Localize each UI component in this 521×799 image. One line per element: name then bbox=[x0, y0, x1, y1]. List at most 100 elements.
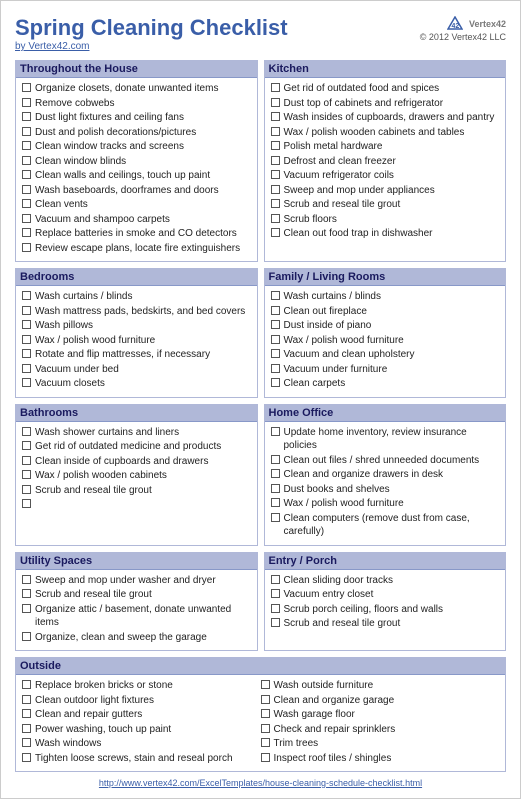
checkbox[interactable] bbox=[22, 141, 31, 150]
list-item: Clean out food trap in dishwasher bbox=[271, 227, 500, 241]
checkbox[interactable] bbox=[271, 618, 280, 627]
checkbox[interactable] bbox=[22, 320, 31, 329]
checkbox[interactable] bbox=[261, 709, 270, 718]
vertex42-icon: 42 bbox=[447, 16, 463, 32]
checkbox[interactable] bbox=[22, 724, 31, 733]
checkbox[interactable] bbox=[22, 199, 31, 208]
checkbox[interactable] bbox=[22, 83, 31, 92]
checkbox[interactable] bbox=[271, 513, 280, 522]
checkbox[interactable] bbox=[271, 498, 280, 507]
checkbox[interactable] bbox=[22, 306, 31, 315]
checkbox[interactable] bbox=[271, 185, 280, 194]
checkbox[interactable] bbox=[22, 709, 31, 718]
checkbox[interactable] bbox=[271, 320, 280, 329]
checkbox[interactable] bbox=[271, 141, 280, 150]
checkbox[interactable] bbox=[22, 243, 31, 252]
checkbox[interactable] bbox=[271, 604, 280, 613]
checkbox[interactable] bbox=[22, 738, 31, 747]
list-item: Clean out fireplace bbox=[271, 305, 500, 319]
list-item-label: Clean out food trap in dishwasher bbox=[284, 227, 433, 241]
list-item-label: Wax / polish wooden cabinets and tables bbox=[284, 126, 465, 140]
list-item: Clean vents bbox=[22, 198, 251, 212]
checkbox[interactable] bbox=[22, 680, 31, 689]
utility-items: Sweep and mop under washer and dryerScru… bbox=[22, 574, 251, 645]
checkbox[interactable] bbox=[22, 349, 31, 358]
footer-url[interactable]: http://www.vertex42.com/ExcelTemplates/h… bbox=[15, 778, 506, 788]
checkbox[interactable] bbox=[22, 98, 31, 107]
checkbox[interactable] bbox=[271, 349, 280, 358]
list-item: Scrub porch ceiling, floors and walls bbox=[271, 603, 500, 617]
checkbox[interactable] bbox=[22, 335, 31, 344]
checkbox[interactable] bbox=[22, 291, 31, 300]
checkbox[interactable] bbox=[22, 589, 31, 598]
list-item-label: Clean and organize drawers in desk bbox=[284, 468, 444, 482]
checkbox[interactable] bbox=[271, 127, 280, 136]
checkbox[interactable] bbox=[22, 228, 31, 237]
checkbox[interactable] bbox=[22, 214, 31, 223]
list-item: Vacuum refrigerator coils bbox=[271, 169, 500, 183]
checkbox[interactable] bbox=[22, 604, 31, 613]
list-item-label: Inspect roof tiles / shingles bbox=[274, 752, 392, 766]
checkbox[interactable] bbox=[22, 575, 31, 584]
checkbox[interactable] bbox=[22, 378, 31, 387]
checkbox[interactable] bbox=[271, 214, 280, 223]
list-item-label: Dust top of cabinets and refrigerator bbox=[284, 97, 444, 111]
list-item-label: Scrub and reseal tile grout bbox=[284, 617, 401, 631]
list-item-label: Wash outside furniture bbox=[274, 679, 374, 693]
checkbox[interactable] bbox=[22, 185, 31, 194]
checkbox[interactable] bbox=[271, 378, 280, 387]
checkbox[interactable] bbox=[261, 738, 270, 747]
header-left: Spring Cleaning Checklist by Vertex42.co… bbox=[15, 15, 288, 52]
checkbox[interactable] bbox=[271, 575, 280, 584]
checkbox[interactable] bbox=[271, 291, 280, 300]
checkbox[interactable] bbox=[271, 427, 280, 436]
checkbox[interactable] bbox=[261, 753, 270, 762]
checkbox[interactable] bbox=[271, 83, 280, 92]
checkbox[interactable] bbox=[22, 170, 31, 179]
checkbox[interactable] bbox=[22, 632, 31, 641]
checkbox[interactable] bbox=[261, 724, 270, 733]
checkbox[interactable] bbox=[22, 441, 31, 450]
checkbox[interactable] bbox=[261, 695, 270, 704]
checkbox[interactable] bbox=[271, 469, 280, 478]
list-item-label: Polish metal hardware bbox=[284, 140, 383, 154]
checkbox[interactable] bbox=[271, 170, 280, 179]
checkbox[interactable] bbox=[271, 335, 280, 344]
list-item: Clean and repair gutters bbox=[22, 708, 261, 722]
list-item-label: Wash mattress pads, bedskirts, and bed c… bbox=[35, 305, 245, 319]
checkbox[interactable] bbox=[22, 753, 31, 762]
list-item: Clean walls and ceilings, touch up paint bbox=[22, 169, 251, 183]
checkbox[interactable] bbox=[22, 127, 31, 136]
list-item: Vacuum and shampoo carpets bbox=[22, 213, 251, 227]
checkbox[interactable] bbox=[271, 364, 280, 373]
page-title: Spring Cleaning Checklist bbox=[15, 15, 288, 41]
checkbox[interactable] bbox=[271, 112, 280, 121]
list-item-label: Clean and repair gutters bbox=[35, 708, 142, 722]
checkbox[interactable] bbox=[271, 156, 280, 165]
checkbox[interactable] bbox=[271, 306, 280, 315]
checkbox[interactable] bbox=[22, 470, 31, 479]
list-item-label: Power washing, touch up paint bbox=[35, 723, 171, 737]
list-item: Scrub and reseal tile grout bbox=[22, 588, 251, 602]
checkbox[interactable] bbox=[22, 427, 31, 436]
checkbox[interactable] bbox=[22, 499, 31, 508]
checkbox[interactable] bbox=[271, 455, 280, 464]
checkbox[interactable] bbox=[22, 456, 31, 465]
checkbox[interactable] bbox=[22, 485, 31, 494]
checkbox[interactable] bbox=[22, 156, 31, 165]
checkbox[interactable] bbox=[271, 484, 280, 493]
checkbox[interactable] bbox=[22, 695, 31, 704]
list-item: Clean carpets bbox=[271, 377, 500, 391]
list-item-label: Scrub and reseal tile grout bbox=[284, 198, 401, 212]
checkbox[interactable] bbox=[22, 112, 31, 121]
list-item-label: Clean computers (remove dust from case, … bbox=[284, 512, 500, 539]
checkbox[interactable] bbox=[261, 680, 270, 689]
list-item: Dust top of cabinets and refrigerator bbox=[271, 97, 500, 111]
checkbox[interactable] bbox=[271, 98, 280, 107]
list-item: Defrost and clean freezer bbox=[271, 155, 500, 169]
list-item: Clean window blinds bbox=[22, 155, 251, 169]
checkbox[interactable] bbox=[22, 364, 31, 373]
checkbox[interactable] bbox=[271, 589, 280, 598]
checkbox[interactable] bbox=[271, 199, 280, 208]
checkbox[interactable] bbox=[271, 228, 280, 237]
